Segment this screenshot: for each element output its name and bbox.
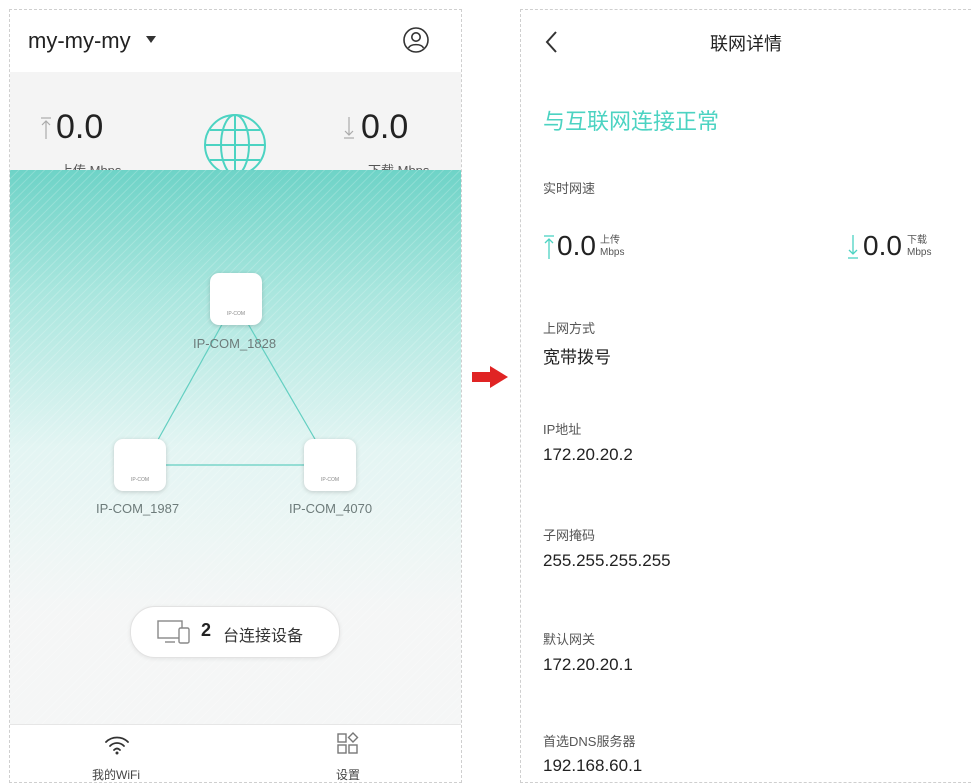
tab-settings[interactable]: 设置 bbox=[288, 725, 408, 782]
device-count-label: 台连接设备 bbox=[223, 628, 304, 645]
detail-value: 255.255.255.255 bbox=[543, 551, 671, 570]
internet-details-screen: 联网详情 与互联网连接正常 实时网速 0.0 上传 Mbps 0.0 下载 Mb… bbox=[520, 9, 971, 783]
node-brand-label: IP-COM bbox=[320, 477, 340, 483]
realtime-upload-label: 上传 bbox=[600, 235, 620, 246]
detail-row-subnet-mask: 子网掩码 255.255.255.255 bbox=[521, 495, 971, 600]
page-title: 联网详情 bbox=[710, 34, 782, 54]
mesh-node-label: IP-COM_1987 bbox=[96, 501, 180, 516]
detail-label: 上网方式 bbox=[543, 321, 596, 336]
mesh-links bbox=[143, 309, 331, 466]
detail-label: 首选DNS服务器 bbox=[543, 734, 636, 749]
connection-status-text: 与互联网连接正常 bbox=[543, 109, 720, 134]
realtime-upload-unit: Mbps bbox=[600, 247, 625, 258]
connected-devices-button[interactable]: 2 台连接设备 bbox=[130, 606, 340, 658]
detail-value: 宽带拨号 bbox=[543, 348, 611, 367]
node-brand-label: IP-COM bbox=[226, 311, 246, 317]
mesh-node-1828[interactable]: IP-COM bbox=[210, 273, 262, 325]
mesh-node-label: IP-COM_1828 bbox=[193, 336, 277, 351]
details-header: 联网详情 bbox=[521, 10, 971, 75]
tab-settings-label: 设置 bbox=[335, 768, 360, 782]
detail-row-default-gateway: 默认网关 172.20.20.1 bbox=[521, 599, 971, 704]
home-screen: my-my-my 0.0 上传 Mbps 0.0 下载 Mbps bbox=[9, 9, 462, 783]
mesh-node-4070[interactable]: IP-COM bbox=[304, 439, 356, 491]
tab-my-wifi-label: 我的WiFi bbox=[92, 768, 140, 782]
realtime-download-label: 下载 bbox=[907, 235, 927, 246]
detail-value: 192.168.60.1 bbox=[543, 756, 643, 775]
detail-value: 172.20.20.2 bbox=[543, 445, 633, 464]
detail-row-ip-address: IP地址 172.20.20.2 bbox=[521, 391, 971, 496]
detail-label: 默认网关 bbox=[543, 632, 596, 647]
realtime-download-speed: 0.0 bbox=[863, 230, 902, 261]
settings-grid-icon bbox=[337, 732, 359, 754]
realtime-speed-label: 实时网速 bbox=[543, 181, 596, 196]
bottom-tab-bar: 我的WiFi 设置 bbox=[10, 724, 461, 782]
detail-label: 子网掩码 bbox=[543, 528, 596, 543]
mesh-node-label: IP-COM_4070 bbox=[289, 501, 373, 516]
node-brand-label: IP-COM bbox=[130, 477, 150, 483]
realtime-speed-section: 实时网速 0.0 上传 Mbps 0.0 下载 Mbps bbox=[521, 162, 971, 289]
realtime-download-unit: Mbps bbox=[907, 247, 932, 258]
transition-arrow-icon bbox=[472, 366, 508, 388]
upload-arrow-icon bbox=[544, 235, 554, 259]
device-count: 2 bbox=[201, 620, 212, 640]
mesh-node-1987[interactable]: IP-COM bbox=[114, 439, 166, 491]
detail-label: IP地址 bbox=[543, 422, 582, 437]
detail-value: 172.20.20.1 bbox=[543, 655, 633, 674]
download-arrow-icon bbox=[848, 235, 858, 259]
tab-my-wifi[interactable]: 我的WiFi bbox=[56, 725, 176, 782]
detail-row-connection-type: 上网方式 宽带拨号 bbox=[521, 288, 971, 392]
devices-icon bbox=[157, 620, 190, 644]
wifi-icon bbox=[105, 736, 129, 755]
realtime-upload-speed: 0.0 bbox=[557, 230, 596, 261]
detail-row-primary-dns: 首选DNS服务器 192.168.60.1 bbox=[521, 703, 971, 782]
connection-status: 与互联网连接正常 bbox=[521, 74, 971, 163]
